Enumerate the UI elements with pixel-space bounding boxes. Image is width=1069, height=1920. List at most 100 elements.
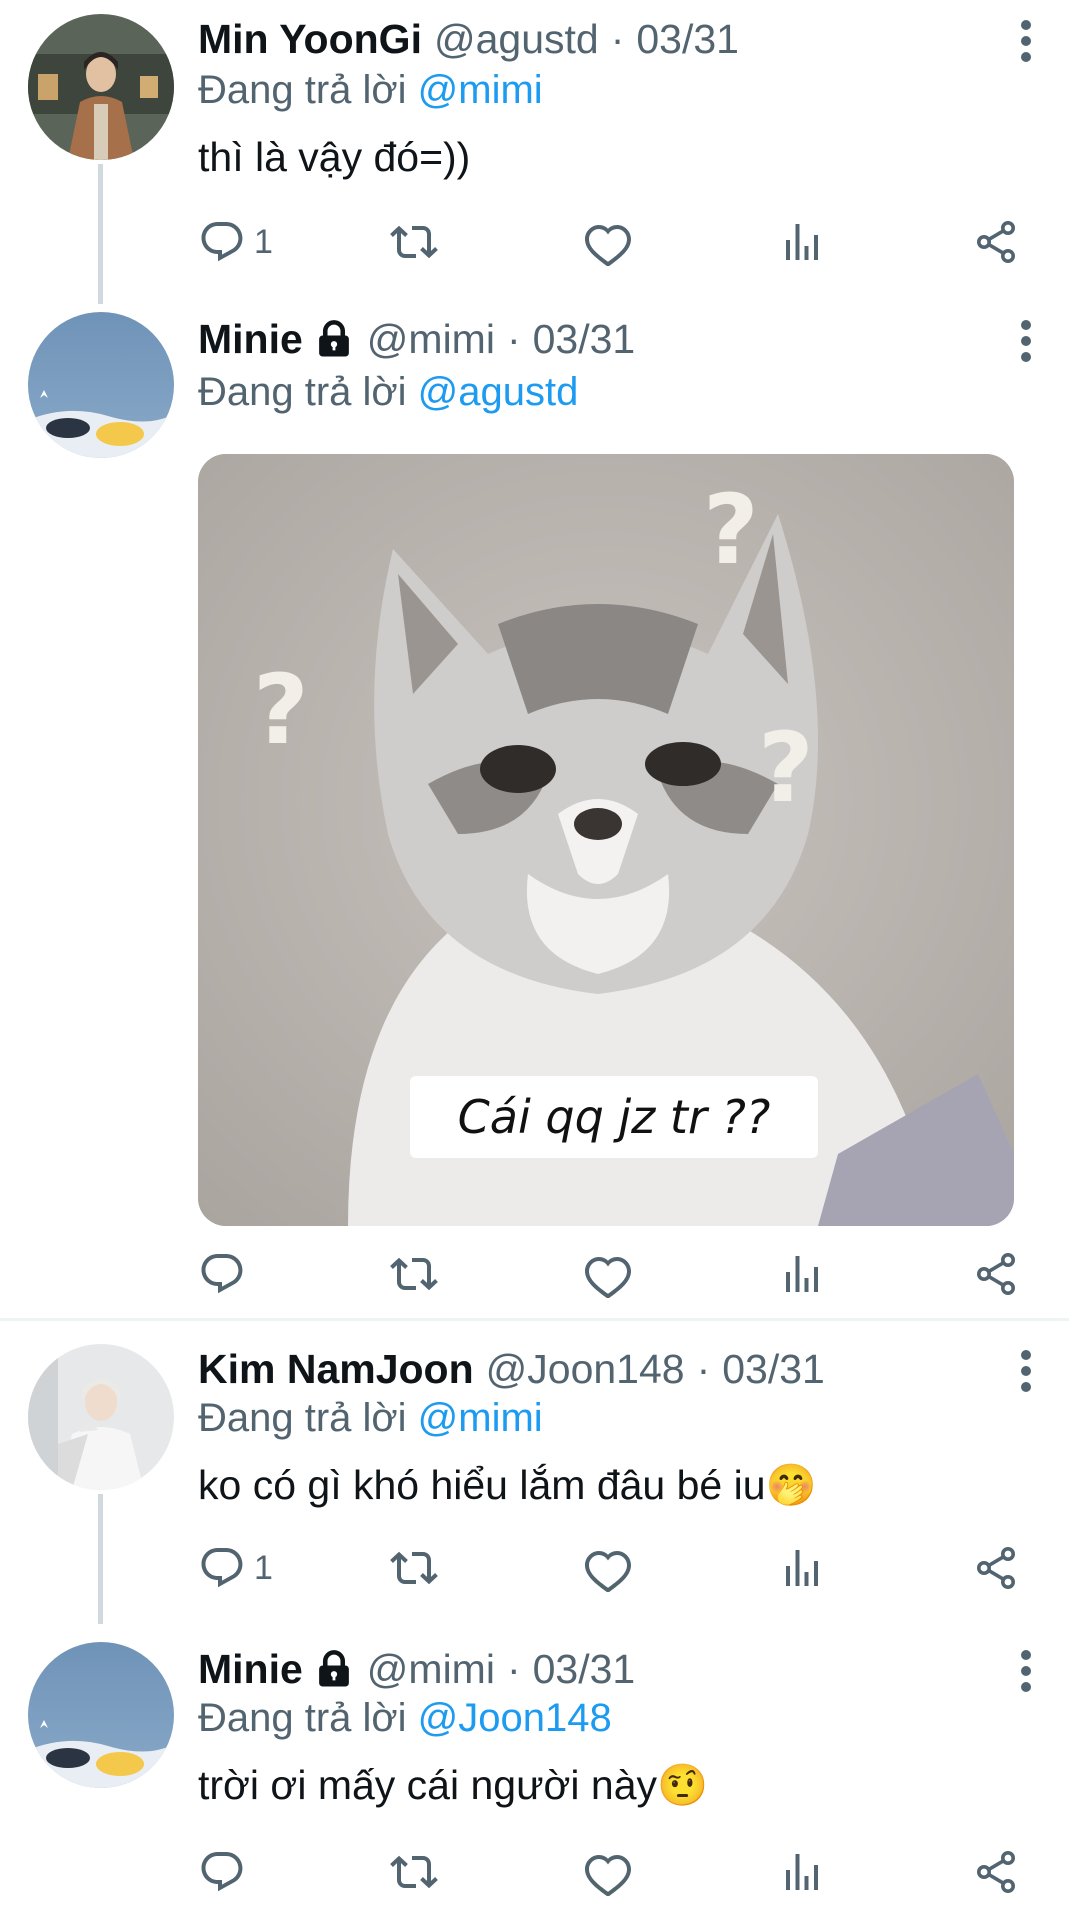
reply-button[interactable]: 1 [198,212,273,272]
action-bar: 1 [0,1538,1069,1598]
analytics-icon [778,218,826,266]
display-name[interactable]: Minie [198,316,303,363]
display-name[interactable]: Min YoonGi [198,16,422,63]
replying-to: Đang trả lời @Joon148 [198,1696,612,1741]
tweet-date[interactable]: 03/31 [636,16,739,63]
avatar[interactable] [28,1344,174,1490]
analytics-icon [778,1848,826,1896]
views-button[interactable] [778,1842,826,1902]
tweet-date[interactable]: 03/31 [722,1346,825,1393]
reply-count: 1 [254,222,273,261]
action-bar [0,1842,1069,1902]
tweet-image[interactable]: ? ? ? Cái qq jz tr ?? [198,454,1014,1226]
replying-to-label: Đang trả lời [198,1696,407,1740]
share-icon [972,1544,1020,1592]
replying-to-label: Đang trả lời [198,68,407,112]
replying-to-label: Đang trả lời [198,370,407,414]
more-vertical-icon[interactable] [1012,1646,1042,1696]
reply-button[interactable] [198,1244,246,1304]
reply-mention-link[interactable]: @mimi [418,68,543,112]
more-vertical-icon[interactable] [1012,16,1042,66]
action-bar [0,1244,1069,1304]
reply-mention-link[interactable]: @mimi [418,1396,543,1440]
tweet-date[interactable]: 03/31 [533,316,636,363]
question-mark: ? [253,654,309,766]
views-button[interactable] [778,212,826,272]
tweet-date[interactable]: 03/31 [533,1646,636,1693]
tweet-header: Minie @mimi · 03/31 [198,314,635,364]
user-handle[interactable]: @mimi [367,1646,495,1693]
views-button[interactable] [778,1538,826,1598]
retweet-button[interactable] [390,1538,438,1598]
replying-to: Đang trả lời @mimi [198,1396,543,1441]
reply-count: 1 [254,1548,273,1587]
share-icon [972,218,1020,266]
like-button[interactable] [584,1244,632,1304]
more-vertical-icon[interactable] [1012,1346,1042,1396]
heart-icon [584,1848,632,1896]
thread-divider [0,1318,1069,1321]
tweet-min-yoongi[interactable]: Min YoonGi @agustd · 03/31 Đang trả lời … [0,0,1069,304]
retweet-icon [390,1250,438,1298]
user-handle[interactable]: @agustd [434,16,599,63]
share-button[interactable] [972,212,1020,272]
share-icon [972,1250,1020,1298]
reply-icon [198,1848,246,1896]
question-mark: ? [758,712,814,824]
analytics-icon [778,1544,826,1592]
tweet-minie-reply[interactable]: Minie @mimi · 03/31 Đang trả lời @Joon14… [0,1622,1069,1920]
tweet-text: thì là vậy đó=)) [198,134,471,180]
heart-icon [584,1250,632,1298]
share-button[interactable] [972,1842,1020,1902]
views-button[interactable] [778,1244,826,1304]
reply-button[interactable]: 1 [198,1538,273,1598]
like-button[interactable] [584,1842,632,1902]
reply-button[interactable] [198,1842,246,1902]
share-button[interactable] [972,1538,1020,1598]
reply-icon [198,1544,246,1592]
heart-icon [584,1544,632,1592]
separator-dot: · [506,1645,521,1692]
replying-to: Đang trả lời @agustd [198,370,578,415]
more-vertical-icon[interactable] [1012,316,1042,366]
retweet-button[interactable] [390,1244,438,1304]
retweet-icon [390,1544,438,1592]
image-caption: Cái qq jz tr ?? [410,1076,818,1158]
retweet-icon [390,1848,438,1896]
retweet-icon [390,218,438,266]
share-button[interactable] [972,1244,1020,1304]
tweet-header: Kim NamJoon @Joon148 · 03/31 [198,1344,825,1394]
separator-dot: · [610,15,625,62]
tweet-text: ko có gì khó hiểu lắm đâu bé iu🤭 [198,1462,817,1508]
display-name[interactable]: Minie [198,1646,303,1693]
tweet-minie-image[interactable]: Minie @mimi · 03/31 Đang trả lời @agustd [0,300,1069,1320]
tweet-header: Min YoonGi @agustd · 03/31 [198,14,739,64]
reply-icon [198,1250,246,1298]
retweet-button[interactable] [390,1842,438,1902]
reply-icon [198,218,246,266]
display-name[interactable]: Kim NamJoon [198,1346,474,1393]
share-icon [972,1848,1020,1896]
retweet-button[interactable] [390,212,438,272]
replying-to-label: Đang trả lời [198,1396,407,1440]
avatar[interactable] [28,1642,174,1788]
separator-dot: · [696,1345,711,1392]
replying-to: Đang trả lời @mimi [198,68,543,113]
tweet-text: trời ơi mấy cái người này🤨 [198,1762,709,1808]
user-handle[interactable]: @Joon148 [486,1346,685,1393]
like-button[interactable] [584,212,632,272]
action-bar: 1 [0,212,1069,272]
heart-icon [584,218,632,266]
tweet-kim-namjoon[interactable]: Kim NamJoon @Joon148 · 03/31 Đang trả lờ… [0,1322,1069,1624]
lock-icon [313,1648,355,1690]
reply-mention-link[interactable]: @agustd [418,370,579,414]
user-handle[interactable]: @mimi [367,316,495,363]
lock-icon [313,318,355,360]
question-mark: ? [703,474,759,586]
avatar[interactable] [28,312,174,458]
like-button[interactable] [584,1538,632,1598]
avatar[interactable] [28,14,174,160]
tweet-header: Minie @mimi · 03/31 [198,1644,635,1694]
reply-mention-link[interactable]: @Joon148 [418,1696,612,1740]
analytics-icon [778,1250,826,1298]
